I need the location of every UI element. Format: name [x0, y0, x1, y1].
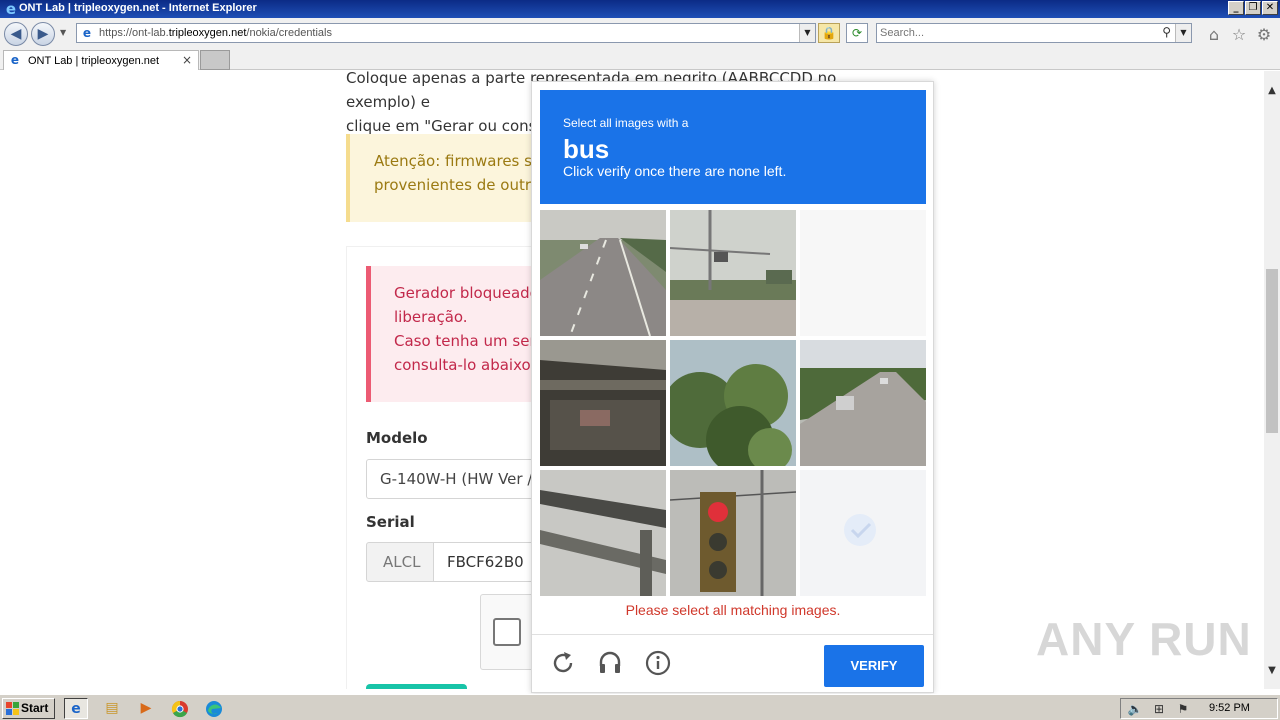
info-icon[interactable] [644, 649, 672, 677]
refresh-icon[interactable]: ⟳ [846, 23, 868, 43]
action-center-flag-icon[interactable]: ⚑ [1175, 701, 1191, 717]
window-title: ONT Lab | tripleoxygen.net - Internet Ex… [19, 2, 257, 14]
minimize-button[interactable]: _ [1228, 1, 1244, 15]
settings-gear-icon[interactable]: ⚙ [1254, 25, 1274, 45]
history-dropdown-icon[interactable]: ▼ [60, 28, 66, 37]
search-box[interactable]: ⚲ ▼ [876, 23, 1192, 43]
submit-button[interactable] [366, 684, 467, 689]
network-icon[interactable]: ⊞ [1151, 701, 1167, 717]
captcha-header: Select all images with a bus Click verif… [540, 90, 926, 204]
serial-label: Serial [366, 513, 415, 531]
captcha-instruction: Click verify once there are none left. [563, 163, 787, 179]
search-dropdown-icon[interactable]: ▼ [1175, 24, 1191, 42]
volume-icon[interactable]: 🔈 [1127, 701, 1143, 717]
captcha-tile-3[interactable] [800, 210, 926, 336]
captcha-checkbox[interactable] [493, 618, 521, 646]
page-icon: e [82, 26, 92, 40]
warning-line: Atenção: firmwares ser [374, 152, 548, 170]
back-button[interactable]: ◀ [4, 22, 28, 46]
taskbar-media-player-icon[interactable]: ▶ [134, 698, 158, 719]
verify-button[interactable]: VERIFY [824, 645, 924, 687]
taskbar: Start e ▤ ▶ 🔈 ⊞ ⚑ 9:52 PM [0, 694, 1280, 720]
tab-row: e ONT Lab | tripleoxygen.net × [0, 48, 1280, 70]
scroll-up-icon[interactable]: ▲ [1264, 83, 1280, 99]
captcha-prompt: Select all images with a [563, 116, 689, 130]
captcha-tile-9[interactable] [800, 470, 926, 596]
captcha-tile-6[interactable] [800, 340, 926, 466]
serial-input-value: FBCF62B0 [447, 553, 524, 571]
taskbar-edge-icon[interactable] [202, 698, 226, 719]
scroll-thumb[interactable] [1266, 269, 1278, 433]
navigation-bar: ◀ ▶ ▼ e https://ont-lab.tripleoxygen.net… [0, 18, 1280, 48]
restore-button[interactable]: ❐ [1245, 1, 1261, 15]
alert-line: liberação. [394, 308, 468, 326]
captcha-tile-8[interactable] [670, 470, 796, 596]
captcha-error-message: Please select all matching images. [625, 602, 841, 618]
captcha-tile-2[interactable] [670, 210, 796, 336]
serial-prefix: ALCL [366, 542, 434, 582]
model-label: Modelo [366, 429, 428, 447]
start-button[interactable]: Start [2, 698, 55, 719]
tab-favicon-icon: e [10, 53, 20, 67]
alert-line: consulta-lo abaixo s [394, 356, 544, 374]
clock: 9:52 PM [1209, 702, 1250, 714]
window-titlebar: e ONT Lab | tripleoxygen.net - Internet … [0, 0, 1280, 18]
new-tab-button[interactable] [200, 50, 230, 70]
captcha-tile-1[interactable] [540, 210, 666, 336]
address-url[interactable]: https://ont-lab.tripleoxygen.net/nokia/c… [99, 27, 332, 39]
serial-prefix-text: ALCL [383, 553, 421, 571]
search-input[interactable] [880, 26, 1150, 40]
captcha-tile-4[interactable] [540, 340, 666, 466]
tab-close-icon[interactable]: × [182, 53, 192, 67]
tab-ont-lab[interactable]: e ONT Lab | tripleoxygen.net × [3, 50, 199, 70]
captcha-challenge: Select all images with a bus Click verif… [531, 81, 934, 693]
favorites-star-icon[interactable]: ☆ [1229, 25, 1249, 45]
vertical-scrollbar[interactable]: ▲ ▼ [1264, 71, 1280, 689]
home-icon[interactable]: ⌂ [1204, 25, 1224, 45]
captcha-tile-5[interactable] [670, 340, 796, 466]
captcha-tile-7[interactable] [540, 470, 666, 596]
refresh-challenge-icon[interactable] [549, 649, 577, 677]
forward-button[interactable]: ▶ [31, 22, 55, 46]
warning-line: provenientes de outro [374, 176, 540, 194]
system-tray: 🔈 ⊞ ⚑ 9:52 PM [1120, 698, 1278, 719]
taskbar-explorer-icon[interactable]: ▤ [100, 698, 124, 719]
tab-label: ONT Lab | tripleoxygen.net [28, 55, 160, 67]
internet-explorer-icon: e [5, 0, 17, 18]
search-icon[interactable]: ⚲ [1162, 25, 1171, 39]
start-label: Start [21, 701, 49, 715]
alert-line: Caso tenha um seria [394, 332, 549, 350]
audio-challenge-icon[interactable] [596, 649, 624, 677]
model-select-value: G-140W-H (HW Ver / [380, 470, 533, 488]
taskbar-ie-icon[interactable]: e [64, 698, 88, 719]
close-window-button[interactable]: ✕ [1262, 1, 1278, 15]
scroll-down-icon[interactable]: ▼ [1264, 663, 1280, 679]
anyrun-watermark: ANY RUN [1036, 613, 1252, 665]
captcha-footer: VERIFY [532, 634, 933, 692]
alert-line: Gerador bloqueado [394, 284, 539, 302]
address-dropdown-icon[interactable]: ▼ [799, 24, 815, 42]
taskbar-chrome-icon[interactable] [168, 698, 192, 719]
lock-icon[interactable]: 🔒 [818, 23, 840, 43]
windows-logo-icon [6, 702, 19, 715]
captcha-target-word: bus [563, 134, 610, 164]
address-bar[interactable]: e https://ont-lab.tripleoxygen.net/nokia… [76, 23, 816, 43]
